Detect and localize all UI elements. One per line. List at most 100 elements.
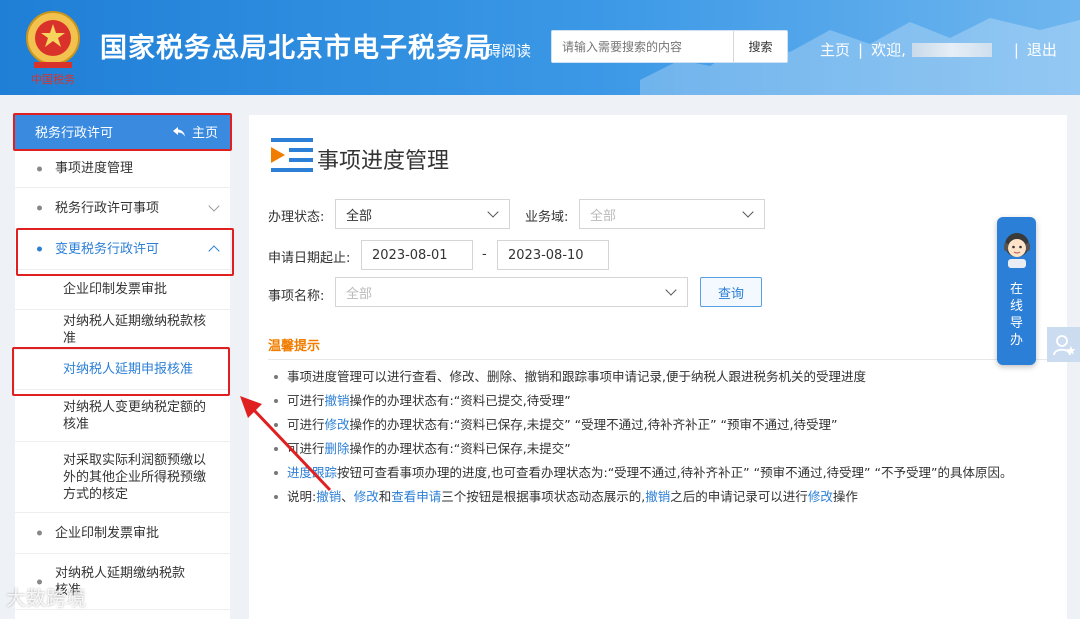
tip-text: 操作的办理状态有:“资料已保存,未提交” [349, 441, 571, 456]
tip-item: 可进行撤销操作的办理状态有:“资料已提交,待受理” [270, 391, 1048, 410]
bullet-icon [37, 205, 42, 211]
tip-link-modify: 修改 [353, 489, 379, 504]
guide-char: 线 [1009, 299, 1023, 314]
sidebar-header-title: 税务行政许可 [35, 126, 114, 141]
top-nav: 主页 | 欢迎, | 退出 [820, 39, 1057, 60]
tip-item: 说明:撤销、修改和查看申请三个按钮是根据事项状态动态展示的,撤销之后的申请记录可… [270, 487, 1048, 506]
chevron-up-icon [208, 245, 220, 257]
tips-list: 事项进度管理可以进行查看、修改、删除、撤销和跟踪事项申请记录,便于纳税人跟进税务… [270, 367, 1048, 511]
site-title: 国家税务总局北京市电子税务局 [100, 33, 492, 64]
tip-item: 可进行修改操作的办理状态有:“资料已保存,未提交” “受理不通过,待补齐补正” … [270, 415, 1048, 434]
guide-char: 在 [1009, 282, 1023, 297]
top-header: 中国税务 国家税务总局北京市电子税务局 碍阅读 搜索 主页 | 欢迎, | 退出 [0, 0, 1080, 95]
home-link[interactable]: 主页 [820, 39, 850, 60]
tip-link-revoke: 撤销 [645, 489, 671, 504]
online-guide-label: 在 线 导 办 [1010, 281, 1024, 349]
sidebar-item-license-matters[interactable]: 税务行政许可事项 [15, 188, 230, 229]
guide-char: 导 [1009, 316, 1023, 331]
search-box: 搜索 [551, 30, 788, 63]
chevron-down-icon [487, 206, 499, 218]
sidebar-home-button[interactable]: 主页 [172, 122, 218, 141]
tip-text: 事项进度管理可以进行查看、修改、删除、撤销和跟踪事项申请记录,便于纳税人跟进税务… [287, 369, 866, 384]
sidebar-subitem-invoice-approval[interactable]: 企业印制发票审批 [15, 270, 230, 310]
online-guide-button[interactable]: 在 线 导 办 [997, 217, 1036, 365]
item-name-select-value: 全部 [346, 286, 373, 302]
chevron-down-icon [665, 284, 677, 296]
status-select-value: 全部 [346, 208, 373, 224]
sidebar-header: 税务行政许可 主页 [15, 113, 230, 150]
user-favorite-button[interactable] [1047, 327, 1080, 362]
sidebar-subitem-label: 对纳税人延期申报核准 [63, 362, 194, 377]
watermark-logo: 大数跨境 [6, 582, 86, 611]
tip-text: 、 [341, 489, 354, 504]
back-arrow-icon [172, 126, 185, 136]
red-annotation-arrow [240, 396, 332, 492]
domain-select-value: 全部 [590, 208, 617, 224]
user-star-icon [1052, 334, 1075, 355]
sidebar-home-label: 主页 [191, 126, 218, 141]
item-name-label: 事项名称: [268, 289, 325, 304]
sidebar-subitem-prepayment-method[interactable]: 对采取实际利润额预缴以外的其他企业所得税预缴方式的核定 [15, 442, 230, 513]
tip-text: 操作 [832, 489, 858, 504]
tip-text: 按钮可查看事项办理的进度,也可查看办理状态为:“受理不通过,待补齐补正” “预审… [337, 465, 1013, 480]
sidebar-item-invoice-approval[interactable]: 企业印制发票审批 [15, 513, 230, 554]
tip-link-view-application: 查看申请 [391, 489, 442, 504]
tips-divider [268, 359, 1048, 360]
nav-separator: | [858, 40, 864, 59]
sidebar-item-label: 企业印制发票审批 [55, 525, 160, 541]
sidebar-subitem-label: 对纳税人变更纳税定额的核准 [63, 399, 207, 432]
query-button[interactable]: 查询 [700, 277, 762, 307]
national-emblem-icon: 中国税务 [26, 11, 80, 86]
sidebar-subitem-label: 对采取实际利润额预缴以外的其他企业所得税预缴方式的核定 [63, 452, 207, 502]
domain-label: 业务域: [525, 210, 569, 225]
search-button[interactable]: 搜索 [733, 31, 787, 62]
tip-item: 事项进度管理可以进行查看、修改、删除、撤销和跟踪事项申请记录,便于纳税人跟进税务… [270, 367, 1048, 386]
tip-item: 进度跟踪按钮可查看事项办理的进度,也可查看办理状态为:“受理不通过,待补齐补正”… [270, 463, 1048, 482]
chevron-down-icon [208, 200, 220, 212]
page-title: 事项进度管理 [317, 149, 450, 174]
tip-text: 三个按钮是根据事项状态动态展示的, [441, 489, 646, 504]
main-panel: 事项进度管理 办理状态: 全部 业务域: 全部 申请日期起止: 2023-08-… [249, 115, 1067, 619]
bullet-icon [37, 530, 42, 536]
svg-text:中国税务: 中国税务 [31, 72, 75, 86]
sidebar-item-progress-management[interactable]: 事项进度管理 [15, 150, 230, 188]
tip-link-modify: 修改 [807, 489, 833, 504]
welcome-text: 欢迎, [871, 41, 906, 59]
logout-link[interactable]: 退出 [1027, 39, 1057, 60]
sidebar-subitem-label: 对纳税人延期缴纳税款核准 [63, 313, 207, 346]
sidebar: 税务行政许可 主页 事项进度管理 税务行政许可事项 变更税务行政许可 企业印制发… [15, 113, 230, 619]
sidebar-subitem-tax-payment-extension[interactable]: 对纳税人延期缴纳税款核准 [15, 310, 230, 350]
bullet-icon [37, 166, 42, 171]
search-input[interactable] [552, 31, 733, 62]
bullet-icon [37, 246, 42, 252]
assistant-avatar-icon [1003, 233, 1030, 268]
tip-text: 操作的办理状态有:“资料已提交,待受理” [349, 393, 571, 408]
status-label: 办理状态: [268, 210, 325, 225]
nav-separator: | [1013, 40, 1019, 59]
item-name-select[interactable]: 全部 [335, 277, 688, 307]
sidebar-subitem-quota-change[interactable]: 对纳税人变更纳税定额的核准 [15, 390, 230, 442]
tips-title: 温馨提示 [268, 339, 321, 354]
sidebar-subitem-filing-extension[interactable]: 对纳税人延期申报核准 [15, 350, 230, 390]
username-blurred [911, 42, 992, 57]
list-title-icon [271, 138, 313, 172]
sidebar-item-label: 变更税务行政许可 [55, 241, 160, 257]
sidebar-item-change-license[interactable]: 变更税务行政许可 [15, 229, 230, 270]
start-date-input[interactable]: 2023-08-01 [361, 240, 473, 270]
accessible-reading-link[interactable]: 碍阅读 [486, 40, 531, 61]
watermark-text: 大数跨境 [6, 586, 86, 610]
tip-text: 之后的申请记录可以进行 [670, 489, 808, 504]
tip-text: 操作的办理状态有:“资料已保存,未提交” “受理不通过,待补齐补正” “预审不通… [349, 417, 838, 432]
domain-select[interactable]: 全部 [579, 199, 765, 229]
status-select[interactable]: 全部 [335, 199, 510, 229]
sidebar-item-label: 事项进度管理 [55, 161, 134, 176]
tip-text: 和 [378, 489, 392, 504]
guide-char: 办 [1009, 333, 1023, 348]
sidebar-subitem-label: 企业印制发票审批 [63, 282, 168, 297]
date-range-label: 申请日期起止: [268, 251, 351, 266]
sidebar-item-label: 税务行政许可事项 [55, 200, 160, 216]
date-separator: - [482, 247, 487, 262]
end-date-input[interactable]: 2023-08-10 [497, 240, 609, 270]
tip-item: 可进行删除操作的办理状态有:“资料已保存,未提交” [270, 439, 1048, 458]
chevron-down-icon [742, 206, 754, 218]
